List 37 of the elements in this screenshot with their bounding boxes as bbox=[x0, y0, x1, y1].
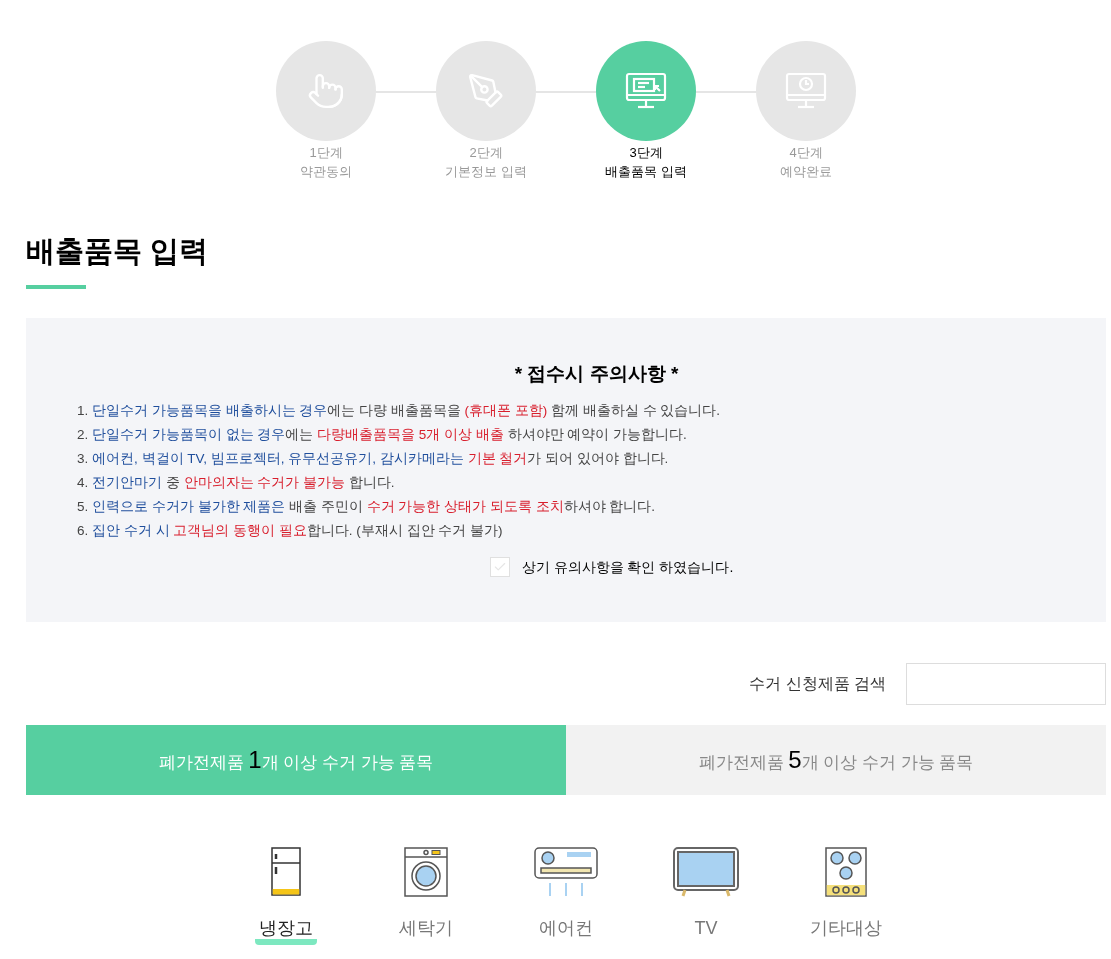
monitor-clock-icon bbox=[785, 72, 827, 110]
category-tab[interactable]: 폐가전제품 5개 이상 수거 가능 품목 bbox=[566, 725, 1106, 795]
notice-item: 3. 에어컨, 벽걸이 TV, 빔프로젝터, 유무선공유기, 감시카메라는 기본 철거 가 되어 있어야 합니다. bbox=[77, 449, 670, 468]
notice-item: 6. 집안 수거 시 고객님의 동행이 필요합니다. (부재시 집안 수거 불가) bbox=[77, 521, 504, 540]
step-label: 배출품목 입력 bbox=[605, 163, 687, 181]
page-title: 배출품목 입력 bbox=[26, 234, 210, 269]
notice-title: * 접수시 주의사항 * bbox=[514, 362, 679, 386]
step-number: 1단계 bbox=[309, 144, 343, 162]
category-item[interactable]: 냉장고 bbox=[255, 917, 317, 945]
gas-stove-icon bbox=[825, 847, 867, 897]
confirm-label: 상기 유의사항을 확인 하였습니다. bbox=[521, 557, 734, 577]
notice-item: 2. 단일수거 가능품목이 없는 경우에는 다량배출품목을 5개 이상 배출 하셔야만 예약이 가능합니다. bbox=[77, 425, 688, 444]
tap-hand-icon bbox=[307, 72, 345, 110]
search-label: 수거 신청제품 검색 bbox=[749, 674, 886, 694]
notice-item: 1. 단일수거 가능품목을 배출하시는 경우에는 다량 배출품목을 (휴대폰 포함) 함께 배출하실 수 있습니다. bbox=[77, 401, 722, 420]
category-item[interactable]: TV bbox=[690, 917, 722, 945]
step-number: 2단계 bbox=[469, 144, 503, 162]
air-conditioner-icon bbox=[534, 847, 598, 897]
category-item[interactable]: 기타대상 bbox=[806, 917, 886, 945]
monitor-form-icon bbox=[625, 72, 667, 110]
washing-machine-icon bbox=[404, 847, 448, 897]
refrigerator-icon bbox=[271, 847, 301, 897]
category-item[interactable]: 에어컨 bbox=[535, 917, 597, 945]
category-item[interactable]: 세탁기 bbox=[395, 917, 457, 945]
step-number: 4단계 bbox=[789, 144, 823, 162]
category-tab[interactable]: 폐가전제품 1개 이상 수거 가능 품목 bbox=[26, 725, 566, 795]
step-number: 3단계 bbox=[629, 144, 663, 162]
search-field[interactable] bbox=[906, 663, 1106, 705]
step-label: 기본정보 입력 bbox=[445, 163, 527, 181]
step-label: 예약완료 bbox=[780, 163, 832, 181]
pen-nib-icon bbox=[467, 72, 505, 110]
notice-item: 5. 인력으로 수거가 불가한 제품은 배출 주민이 수거 가능한 상태가 되도록 조치하셔야 합니다. bbox=[77, 497, 657, 516]
television-icon bbox=[673, 847, 739, 897]
step-label: 약관동의 bbox=[300, 163, 352, 181]
notice-item: 4. 전기안마기 중 안마의자는 수거가 불가능 합니다. bbox=[77, 473, 396, 492]
confirm-checkbox[interactable] bbox=[489, 557, 510, 577]
check-icon bbox=[492, 560, 507, 574]
